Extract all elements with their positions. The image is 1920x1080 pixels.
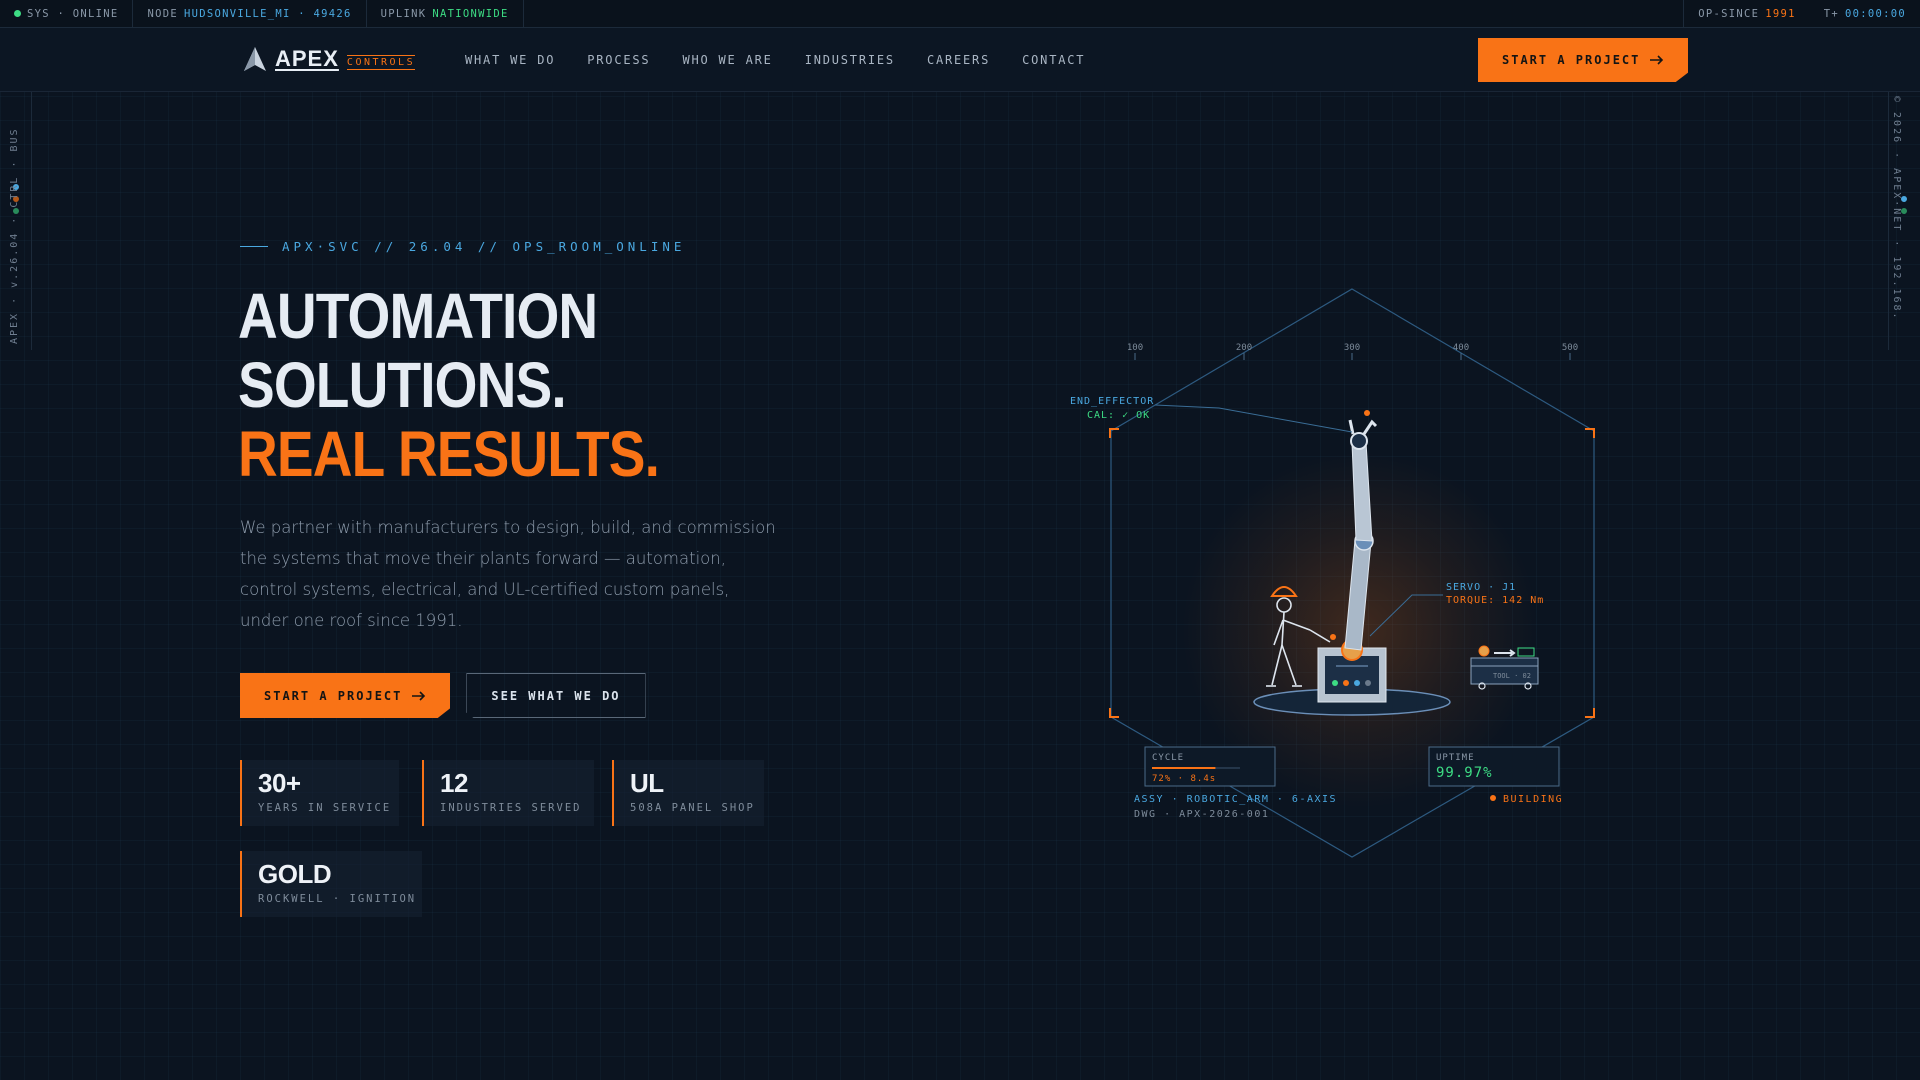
hero-cta-group: START A PROJECT SEE WHAT WE DO <box>240 673 646 718</box>
stat-value: 12 <box>440 768 468 798</box>
headline-line-3: REAL RESULTS. <box>238 418 660 490</box>
building-status-dot-icon <box>1490 795 1496 801</box>
uplink-status: UPLINK NATIONWIDE <box>367 0 524 28</box>
nav-link-careers[interactable]: CAREERS <box>927 53 990 67</box>
stat-value: GOLD <box>258 859 332 889</box>
robot-illustration: 100 200 300 400 500 TOOL · 02 END_EFFECT… <box>1070 288 1595 858</box>
node-label: NODE <box>147 7 178 20</box>
ruler-tick-100: 100 <box>1127 343 1143 353</box>
stat-gold-partner: GOLD ROCKWELL · IGNITION <box>240 851 422 917</box>
status-bar: SYS · ONLINE NODE HUDSONVILLE_MI · 49426… <box>0 0 1920 28</box>
drawing-number: DWG · APX-2026-001 <box>1134 809 1269 820</box>
stat-years: 30+ YEARS IN SERVICE <box>240 760 399 826</box>
gripper-icon <box>1348 419 1378 435</box>
cabinet-led-orange-icon <box>1343 680 1349 686</box>
cabinet-led-blue-icon <box>1354 680 1360 686</box>
cabinet-screen <box>1325 656 1379 694</box>
tool-cart <box>1470 657 1539 685</box>
online-indicator-icon <box>14 10 21 17</box>
stat-value: UL <box>630 768 664 798</box>
ruler-tick-200: 200 <box>1236 343 1252 353</box>
cabinet-led-green-icon <box>1332 680 1338 686</box>
node-status: NODE HUDSONVILLE_MI · 49426 <box>133 0 367 28</box>
cart-gear-icon <box>1478 645 1490 657</box>
build-status: BUILDING <box>1503 794 1563 805</box>
uptime-value: 99.97% <box>1436 765 1493 781</box>
hard-hat-icon <box>1270 586 1298 597</box>
timer-label: T+ <box>1823 7 1840 20</box>
nav-links: WHAT WE DO PROCESS WHO WE ARE INDUSTRIES… <box>465 28 1085 92</box>
nav-link-process[interactable]: PROCESS <box>587 53 650 67</box>
kicker-line <box>240 246 268 247</box>
arm-lower-link <box>1344 539 1372 651</box>
hero-headline: AUTOMATION SOLUTIONS. REAL RESULTS. <box>238 280 660 490</box>
see-what-we-do-button[interactable]: SEE WHAT WE DO <box>466 673 646 718</box>
end-effector-beacon-icon <box>1364 410 1370 416</box>
hero-description: We partner with manufacturers to design,… <box>240 518 776 630</box>
nav-link-who-we-are[interactable]: WHO WE ARE <box>682 53 772 67</box>
servo-callout-line <box>1369 594 1443 637</box>
cycle-progress-fill <box>1152 767 1216 769</box>
arrow-right-icon <box>412 690 426 701</box>
stat-label: ROCKWELL · IGNITION <box>258 893 417 905</box>
arm-joint-wrist <box>1350 432 1368 450</box>
stat-industries: 12 INDUSTRIES SERVED <box>422 760 594 826</box>
stat-label: 508A PANEL SHOP <box>630 802 755 814</box>
stat-value: 30+ <box>258 768 301 798</box>
hero-cta-secondary-label: SEE WHAT WE DO <box>491 688 621 703</box>
nav-link-what-we-do[interactable]: WHAT WE DO <box>465 53 555 67</box>
opsince-label: OP-SINCE <box>1698 7 1760 20</box>
arrow-right-icon <box>1650 55 1664 65</box>
hero-kicker: APX·SVC // 26.04 // OPS_ROOM_ONLINE <box>240 239 685 254</box>
right-rail-text: © 2026 · APEX·NET · 192.168. <box>1891 96 1902 321</box>
end-effector-callout-line <box>1154 404 1353 433</box>
logo-triangle-icon <box>244 47 266 71</box>
uptime-title: UPTIME <box>1436 753 1475 763</box>
nav-link-industries[interactable]: INDUSTRIES <box>805 53 895 67</box>
hero-start-project-button[interactable]: START A PROJECT <box>240 673 451 718</box>
end-effector-label: END_EFFECTOR <box>1070 396 1154 407</box>
cart-wrench-icon <box>1494 649 1516 657</box>
nav-start-project-button[interactable]: START A PROJECT <box>1478 38 1689 82</box>
arm-upper-link <box>1351 441 1373 542</box>
assembly-label: ASSY · ROBOTIC_ARM · 6-AXIS <box>1134 794 1337 805</box>
ruler <box>1134 353 1571 360</box>
uplink-label: UPLINK <box>380 7 427 20</box>
sys-status: SYS · ONLINE <box>0 0 134 28</box>
tool-spark-icon <box>1330 634 1336 640</box>
cabinet-led-gray-icon <box>1365 680 1371 686</box>
op-since: OP-SINCE 1991 T+ 00:00:00 <box>1683 0 1920 28</box>
cycle-title: CYCLE <box>1152 753 1184 763</box>
hero-cta-primary-label: START A PROJECT <box>264 688 403 703</box>
logo[interactable]: APEX CONTROLS <box>243 46 416 72</box>
timer-value: 00:00:00 <box>1845 7 1906 20</box>
headline-line-2: SOLUTIONS. <box>238 349 567 421</box>
torque-value: TORQUE: 142 Nm <box>1446 595 1544 606</box>
stat-label: YEARS IN SERVICE <box>258 802 392 814</box>
left-rail-text: APEX · v.26.04 · CTRL · BUS <box>9 127 20 344</box>
right-rail: © 2026 · APEX·NET · 192.168. <box>1888 92 1920 350</box>
servo-label: SERVO · J1 <box>1446 582 1516 593</box>
opsince-value: 1991 <box>1765 7 1796 20</box>
left-rail: APEX · v.26.04 · CTRL · BUS <box>0 92 32 350</box>
cart-battery-icon <box>1517 647 1535 657</box>
nav-cta-label: START A PROJECT <box>1502 53 1641 67</box>
kicker-text: APX·SVC // 26.04 // OPS_ROOM_ONLINE <box>282 239 686 254</box>
headline-line-1: AUTOMATION <box>238 280 598 352</box>
nav-link-contact[interactable]: CONTACT <box>1022 53 1085 67</box>
sys-label: SYS · ONLINE <box>27 7 119 20</box>
uplink-value: NATIONWIDE <box>432 7 509 20</box>
cart-label: TOOL · 02 <box>1493 672 1531 680</box>
logo-subtitle: CONTROLS <box>346 54 416 70</box>
ruler-tick-400: 400 <box>1453 343 1469 353</box>
calibration-status: CAL: ✓ OK <box>1087 410 1150 421</box>
ruler-tick-500: 500 <box>1562 343 1578 353</box>
logo-text: APEX <box>275 46 339 71</box>
ruler-tick-300: 300 <box>1344 343 1360 353</box>
stat-label: INDUSTRIES SERVED <box>440 802 582 814</box>
main-nav: APEX CONTROLS WHAT WE DO PROCESS WHO WE … <box>0 28 1920 92</box>
stat-ul-panel: UL 508A PANEL SHOP <box>612 760 764 826</box>
node-value: HUDSONVILLE_MI · 49426 <box>183 7 352 20</box>
cycle-value: 72% · 8.4s <box>1152 774 1216 784</box>
